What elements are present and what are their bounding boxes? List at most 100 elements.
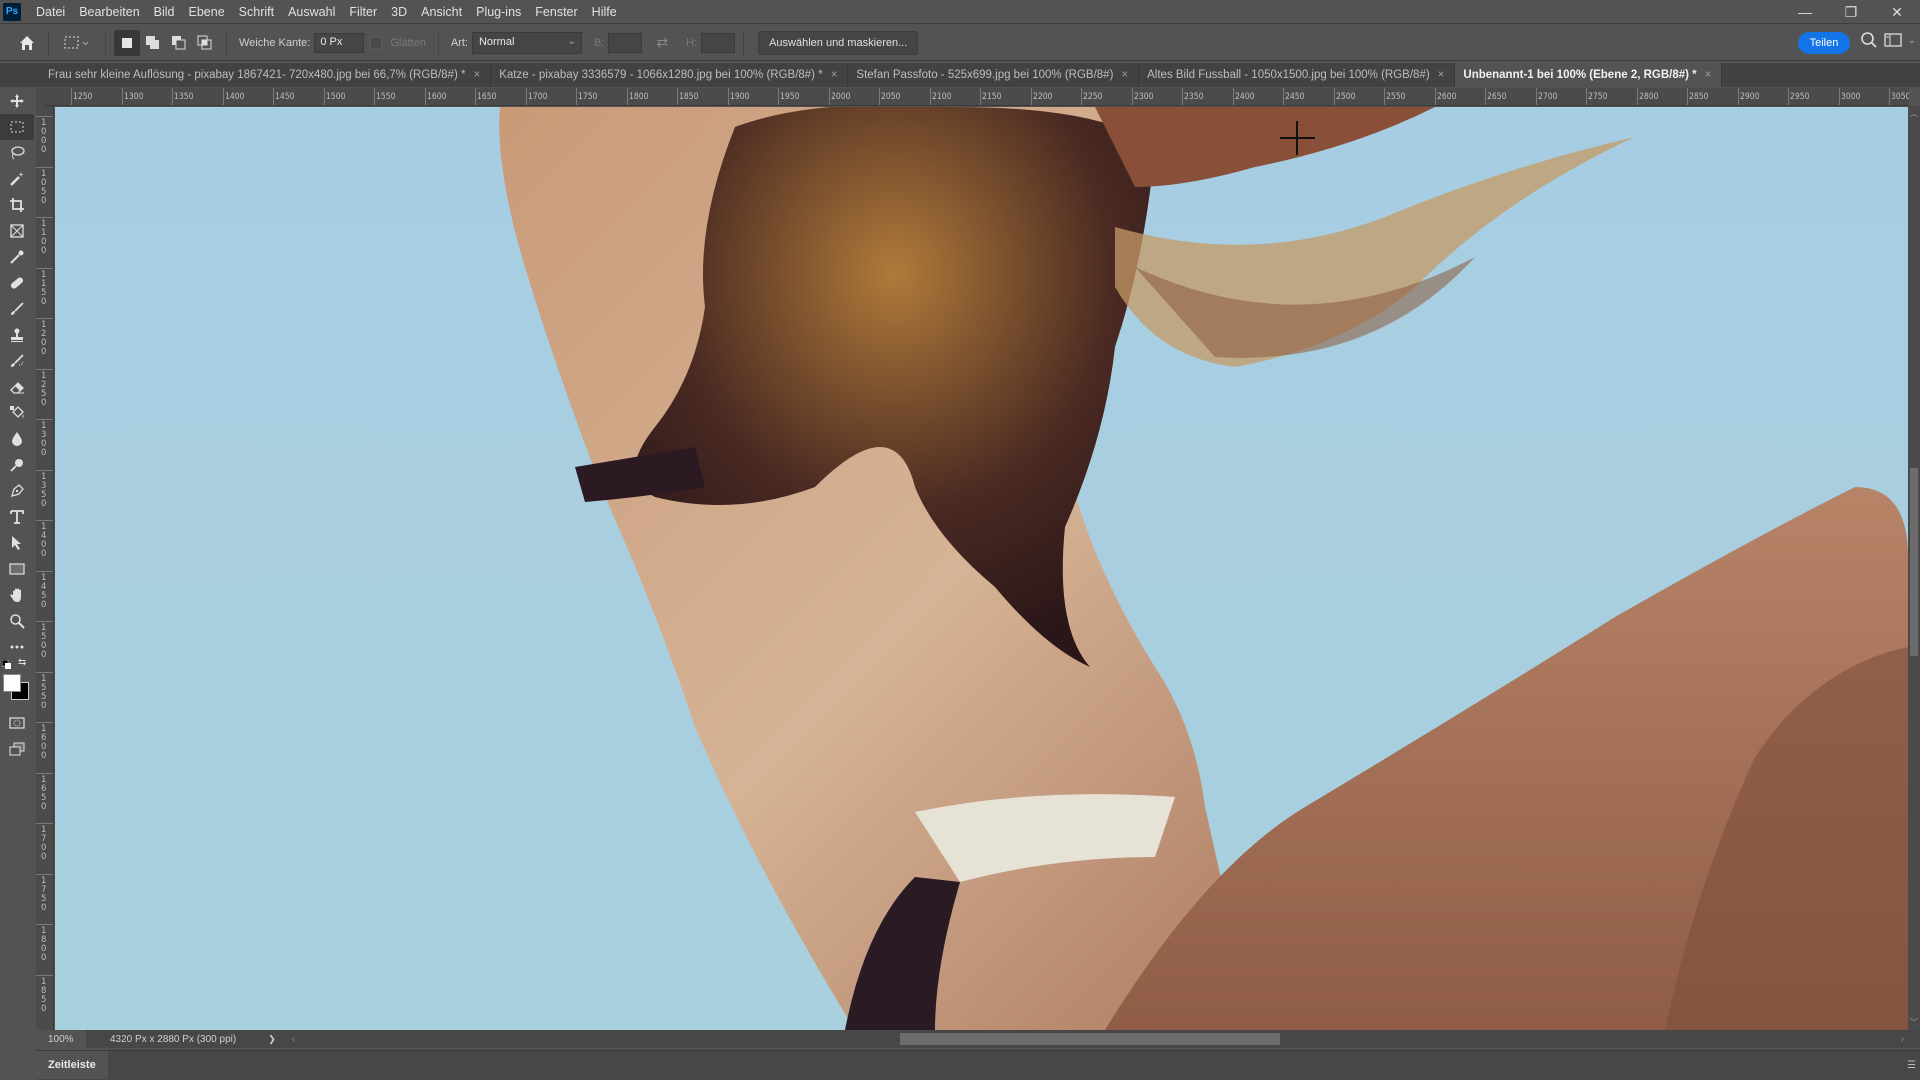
scroll-left-icon[interactable]: ‹ — [292, 1034, 295, 1045]
move-tool[interactable] — [0, 88, 34, 114]
tab-unbenannt[interactable]: Unbenannt-1 bei 100% (Ebene 2, RGB/8#) *… — [1455, 63, 1723, 87]
vertical-scroll-thumb[interactable] — [1910, 468, 1918, 656]
magic-wand-tool[interactable] — [0, 166, 34, 192]
menu-auswahl[interactable]: Auswahl — [281, 5, 342, 19]
dodge-tool[interactable] — [0, 452, 34, 478]
ruler-label: 2800 — [1638, 92, 1658, 102]
home-button[interactable] — [14, 30, 40, 56]
document-info: 4320 Px x 2880 Px (300 ppi) — [110, 1033, 237, 1045]
history-brush-tool[interactable] — [0, 348, 34, 374]
share-button[interactable]: Teilen — [1798, 32, 1850, 54]
subtract-from-selection-button[interactable] — [166, 30, 192, 56]
tab-fussball[interactable]: Altes Bild Fussball - 1050x1500.jpg bei … — [1139, 63, 1456, 87]
ruler-tick — [778, 88, 779, 105]
tab-frau[interactable]: Frau sehr kleine Auflösung - pixabay 186… — [40, 63, 492, 87]
clone-stamp-tool[interactable] — [0, 322, 34, 348]
menu-3d[interactable]: 3D — [384, 5, 414, 19]
menu-filter[interactable]: Filter — [342, 5, 384, 19]
ruler-tick — [36, 974, 53, 976]
ruler-label: 1850 — [679, 92, 699, 102]
search-icon[interactable] — [1860, 31, 1878, 49]
antialias-checkbox[interactable] — [370, 36, 383, 49]
feather-input[interactable]: 0 Px — [314, 32, 365, 53]
close-icon[interactable]: × — [1438, 69, 1445, 81]
status-menu-arrow[interactable]: ❯ — [268, 1034, 276, 1045]
document-tabs: Frau sehr kleine Auflösung - pixabay 186… — [0, 63, 1920, 87]
style-select-value: Normal — [478, 35, 515, 48]
eraser-tool[interactable] — [0, 374, 34, 400]
scroll-right-icon[interactable]: › — [1901, 1034, 1904, 1045]
ruler-label: 1050 — [41, 168, 47, 206]
style-select[interactable]: Normal ⌄ — [471, 31, 582, 54]
menu-datei[interactable]: Datei — [29, 5, 72, 19]
swap-colors-icon[interactable]: ⇆ — [18, 657, 26, 668]
close-icon[interactable]: × — [1705, 69, 1712, 81]
horizontal-ruler[interactable]: 1250 1300 1350 1400 1450 1500 1550 1600 1650 1700… — [44, 88, 1909, 106]
close-icon[interactable]: × — [473, 69, 480, 81]
timeline-tab[interactable]: Zeitleiste — [36, 1051, 108, 1079]
foreground-color[interactable] — [3, 674, 21, 692]
menu-bild[interactable]: Bild — [147, 5, 182, 19]
add-to-selection-button[interactable] — [140, 30, 166, 56]
panel-menu-icon[interactable]: ☰ — [1907, 1060, 1916, 1071]
zoom-level[interactable]: 100% — [36, 1030, 86, 1048]
menu-schrift[interactable]: Schrift — [232, 5, 281, 19]
menu-plugins[interactable]: Plug-ins — [469, 5, 528, 19]
vertical-ruler[interactable]: 1000 1050 1100 1150 1200 1250 1300 1350 1400 1450… — [36, 106, 54, 1030]
default-colors-icon[interactable] — [2, 660, 12, 670]
ruler-label: 1750 — [41, 875, 47, 913]
ruler-tick — [323, 88, 325, 105]
menu-ebene[interactable]: Ebene — [182, 5, 232, 19]
ruler-tick — [121, 88, 123, 105]
ruler-label: 1300 — [123, 92, 143, 102]
height-input[interactable] — [701, 32, 736, 53]
scroll-down-icon[interactable]: ﹀ — [1910, 1017, 1918, 1028]
menu-fenster[interactable]: Fenster — [528, 5, 584, 19]
horizontal-scroll-thumb[interactable] — [900, 1033, 1280, 1045]
more-tools[interactable] — [0, 634, 34, 660]
spot-healing-brush-tool[interactable] — [0, 270, 34, 296]
screen-mode-button[interactable] — [0, 736, 34, 762]
pen-tool[interactable] — [0, 478, 34, 504]
lasso-tool[interactable] — [0, 140, 34, 166]
rectangle-tool[interactable] — [0, 556, 34, 582]
quick-mask-button[interactable] — [0, 710, 34, 736]
width-label: B: — [593, 36, 605, 49]
timeline-panel: Zeitleiste ☰ — [36, 1050, 1920, 1080]
tab-katze[interactable]: Katze - pixabay 3336579 - 1066x1280.jpg … — [491, 63, 849, 87]
paint-bucket-tool[interactable] — [0, 400, 34, 426]
scroll-up-icon[interactable]: ︿ — [1910, 108, 1918, 119]
tab-stefan[interactable]: Stefan Passfoto - 525x699.jpg bei 100% (… — [848, 63, 1140, 87]
document-canvas[interactable] — [55, 107, 1908, 1030]
crop-tool[interactable] — [0, 192, 34, 218]
workspace-icon[interactable] — [1883, 32, 1902, 48]
frame-tool[interactable] — [0, 218, 34, 244]
new-selection-button[interactable] — [114, 29, 140, 56]
menu-hilfe[interactable]: Hilfe — [585, 5, 624, 19]
close-icon[interactable]: × — [1121, 69, 1128, 81]
eyedropper-tool[interactable] — [0, 244, 34, 270]
minimize-button[interactable]: — — [1782, 0, 1828, 24]
path-selection-tool[interactable] — [0, 530, 34, 556]
menu-ansicht[interactable]: Ansicht — [414, 5, 469, 19]
width-input[interactable] — [608, 32, 643, 53]
zoom-tool[interactable] — [0, 608, 34, 634]
restore-button[interactable]: ❐ — [1828, 0, 1874, 24]
blur-tool[interactable] — [0, 426, 34, 452]
close-window-button[interactable]: ✕ — [1874, 0, 1920, 24]
options-bar: Weiche Kante: 0 Px Glätten Art: Normal ⌄… — [0, 25, 1920, 61]
tool-preset-picker[interactable] — [57, 30, 97, 56]
chevron-down-icon[interactable]: ⌄ — [1908, 35, 1916, 46]
hand-tool[interactable] — [0, 582, 34, 608]
vertical-scrollbar[interactable]: ︿ ﹀ — [1908, 106, 1920, 1030]
select-and-mask-button[interactable]: Auswählen und maskieren... — [758, 30, 919, 55]
ruler-label: 1350 — [41, 471, 47, 509]
menu-bearbeiten[interactable]: Bearbeiten — [72, 5, 146, 19]
swap-dimensions-icon[interactable]: ⇄ — [656, 34, 668, 51]
ruler-label: 2350 — [1184, 92, 1204, 102]
type-tool[interactable] — [0, 504, 34, 530]
close-icon[interactable]: × — [831, 69, 838, 81]
intersect-selection-button[interactable] — [192, 30, 218, 56]
rectangular-marquee-tool[interactable] — [0, 114, 34, 140]
brush-tool[interactable] — [0, 296, 34, 322]
